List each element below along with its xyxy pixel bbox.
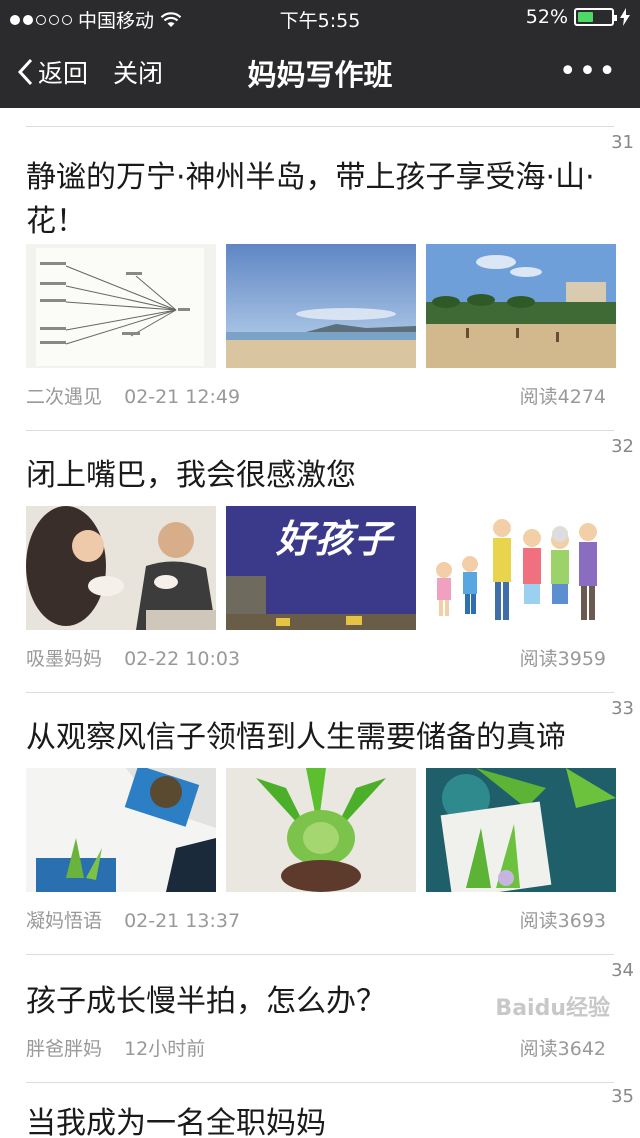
read-count: 阅读4274 <box>519 386 606 408</box>
battery-icon <box>574 8 617 26</box>
time-label: 12小时前 <box>124 1038 206 1060</box>
time-label: 02-21 12:49 <box>124 386 241 408</box>
article-meta: 二次遇见 02-21 12:49 阅读4274 <box>26 382 606 409</box>
read-count: 阅读3693 <box>519 910 606 932</box>
thumbnail-resort <box>426 244 616 368</box>
divider <box>26 692 614 693</box>
divider <box>26 430 614 431</box>
divider <box>26 1082 614 1083</box>
banner-text: 好孩子 <box>276 519 394 561</box>
thumbnail-hyacinth-collage <box>426 768 616 892</box>
page-title: 妈妈写作班 <box>247 58 393 92</box>
watermark: Baidu经验 <box>495 996 610 1021</box>
charging-icon <box>620 8 630 26</box>
status-right: 52% <box>526 6 630 28</box>
source-label: 二次遇见 <box>26 386 103 408</box>
thumbnail-good-kid: 好孩子 <box>226 506 416 630</box>
divider <box>26 126 614 127</box>
time-label: 02-21 13:37 <box>124 910 241 932</box>
source-label: 吸墨妈妈 <box>26 648 103 670</box>
thumbnail-beach <box>226 244 416 368</box>
source-label: 胖爸胖妈 <box>26 1038 103 1060</box>
read-count: 阅读3959 <box>519 648 606 670</box>
article-list: 31 静谧的万宁·神州半岛，带上孩子享受海·山·花！ 二次遇见 02-21 12… <box>0 108 640 1138</box>
more-button[interactable]: ••• <box>559 54 618 89</box>
status-bar: 中国移动 下午5:55 52% <box>0 0 640 36</box>
thumbnail-sketch <box>26 244 216 368</box>
article-meta: 胖爸胖妈 12小时前 阅读3642 <box>26 1034 606 1061</box>
article-meta: 吸墨妈妈 02-22 10:03 阅读3959 <box>26 644 606 671</box>
time-label: 02-22 10:03 <box>124 648 241 670</box>
thumbnail-row: 好孩子 <box>26 506 616 630</box>
article-title: 闭上嘴巴，我会很感激您 <box>26 458 356 493</box>
article-title: 从观察风信子领悟到人生需要储备的真谛 <box>26 720 566 755</box>
read-count: 阅读3642 <box>519 1038 606 1060</box>
thumbnail-row <box>26 244 616 368</box>
thumbnail-cartoon-family <box>426 506 616 630</box>
thumbnail-hyacinth-pot <box>26 768 216 892</box>
battery-percent: 52% <box>525 6 568 28</box>
divider <box>26 954 614 955</box>
nav-bar: 返回 关闭 妈妈写作班 ••• <box>0 36 640 108</box>
source-label: 凝妈悟语 <box>26 910 103 932</box>
thumbnail-family-meal <box>26 506 216 630</box>
article-meta: 凝妈悟语 02-21 13:37 阅读3693 <box>26 906 606 933</box>
article-title: 静谧的万宁·神州半岛，带上孩子享受海·山·花！ <box>26 160 595 239</box>
thumbnail-row <box>26 768 616 892</box>
article-title: 当我成为一名全职妈妈 <box>26 1106 326 1138</box>
thumbnail-hyacinth-closeup <box>226 768 416 892</box>
